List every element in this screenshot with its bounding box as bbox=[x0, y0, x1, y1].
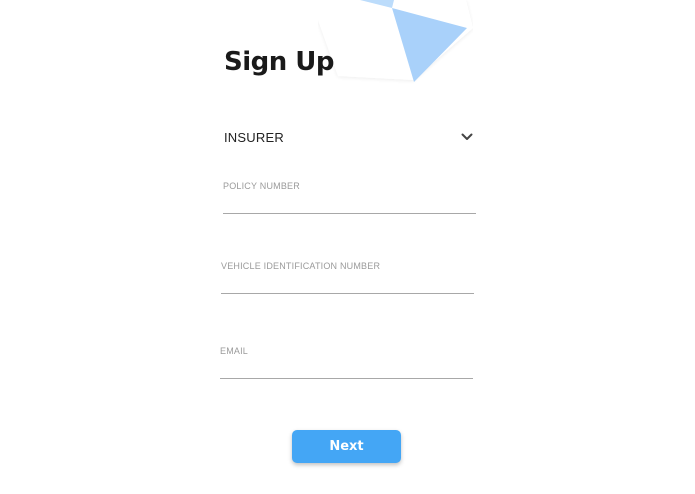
insurer-dropdown[interactable]: INSURER bbox=[224, 126, 474, 148]
decorative-shapes bbox=[318, 0, 473, 82]
policy-number-field-group: POLICY NUMBER bbox=[223, 181, 476, 214]
vin-input[interactable] bbox=[221, 273, 474, 294]
vin-field-group: VEHICLE IDENTIFICATION NUMBER bbox=[221, 261, 474, 294]
chevron-down-icon[interactable] bbox=[460, 130, 474, 144]
policy-number-label: POLICY NUMBER bbox=[223, 181, 300, 191]
email-field-group: EMAIL bbox=[220, 346, 473, 379]
email-input[interactable] bbox=[220, 358, 473, 379]
insurer-dropdown-value: INSURER bbox=[224, 129, 284, 145]
page-title: Sign Up bbox=[224, 47, 335, 77]
vin-label: VEHICLE IDENTIFICATION NUMBER bbox=[221, 261, 381, 271]
policy-number-input[interactable] bbox=[223, 193, 476, 214]
sign-up-screen: Sign Up INSURER POLICY NUMBER VEHICLE ID… bbox=[0, 0, 695, 494]
next-button[interactable]: Next bbox=[292, 430, 401, 463]
email-label: EMAIL bbox=[220, 346, 249, 356]
